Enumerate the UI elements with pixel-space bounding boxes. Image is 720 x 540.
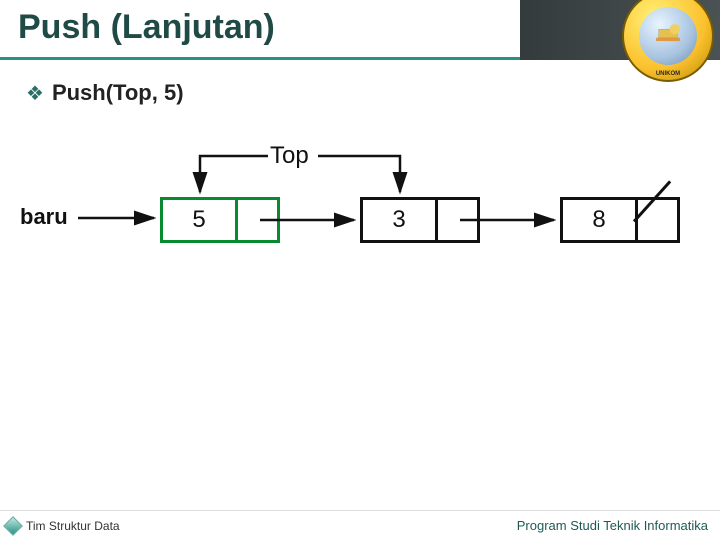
stack-diagram: Top baru 5 3 8 xyxy=(0,142,720,312)
node-pointer-cell xyxy=(238,197,280,243)
footer-author: Tim Struktur Data xyxy=(26,519,120,533)
logo-ring-top: UNIVERSITAS KOMPUTER xyxy=(624,0,712,1)
slide-title: Push (Lanjutan) xyxy=(18,8,275,47)
university-logo: UNIVERSITAS KOMPUTER UNIKOM xyxy=(622,0,714,82)
diamond-bullet-icon: ❖ xyxy=(26,81,44,106)
node-value: 5 xyxy=(160,197,238,243)
baru-pointer-label: baru xyxy=(20,204,68,230)
node-new: 5 xyxy=(160,197,280,243)
null-pointer-icon xyxy=(638,200,677,240)
node-2: 8 xyxy=(560,197,680,243)
footer-left: Tim Struktur Data xyxy=(6,519,120,533)
title-bar: Push (Lanjutan) UNIVERSITAS KOMPUTER UNI… xyxy=(0,0,720,60)
logo-ring-bottom: UNIKOM xyxy=(624,71,712,77)
bullet-text: Push(Top, 5) xyxy=(52,80,184,106)
footer-program: Program Studi Teknik Informatika xyxy=(517,518,708,533)
node-value: 3 xyxy=(360,197,438,243)
top-pointer-label: Top xyxy=(270,142,309,170)
node-value: 8 xyxy=(560,197,638,243)
node-pointer-cell xyxy=(438,197,480,243)
node-1: 3 xyxy=(360,197,480,243)
node-pointer-cell xyxy=(638,197,680,243)
footer: Tim Struktur Data Program Studi Teknik I… xyxy=(0,510,720,540)
logo-inner-icon xyxy=(639,7,697,65)
footer-diamond-icon xyxy=(3,516,23,536)
bullet-row: ❖ Push(Top, 5) xyxy=(26,80,184,106)
